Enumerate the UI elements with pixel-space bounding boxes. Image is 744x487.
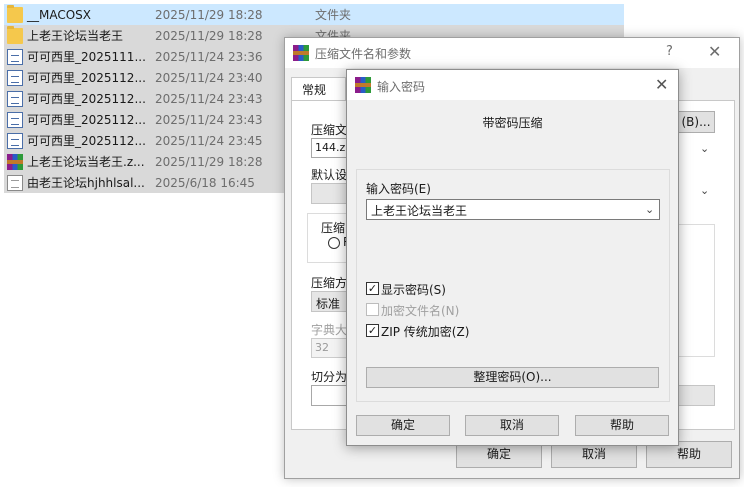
- file-name: 可可西里_2025112...: [27, 92, 146, 106]
- dialog-titlebar: 压缩文件名和参数 ? ✕: [285, 38, 739, 68]
- split-unit-select[interactable]: [677, 385, 715, 406]
- text-file-icon: [7, 174, 23, 191]
- zip-legacy-label: ZIP 传统加密(Z): [381, 325, 470, 339]
- chevron-down-icon[interactable]: ⌄: [700, 142, 709, 155]
- file-date: 2025/11/24 23:36: [155, 49, 263, 64]
- document-icon: [7, 111, 23, 128]
- file-name: 可可西里_2025112...: [27, 71, 146, 85]
- file-name: 上老王论坛当老王.z...: [27, 155, 145, 169]
- dialog-title: 压缩文件名和参数: [315, 47, 412, 61]
- cancel-button[interactable]: 取消: [465, 415, 559, 436]
- winrar-archive-icon: [7, 153, 23, 170]
- document-icon: [7, 69, 23, 86]
- default-profile-label: 默认设: [311, 168, 348, 182]
- chevron-down-icon[interactable]: ⌄: [700, 184, 709, 197]
- show-password-label: 显示密码(S): [381, 283, 446, 297]
- file-name: 可可西里_2025112...: [27, 134, 146, 148]
- file-name: 由老王论坛hjhhlsal...: [27, 176, 145, 190]
- show-password-checkbox[interactable]: ✓: [366, 282, 379, 295]
- chevron-down-icon[interactable]: ⌄: [645, 203, 654, 216]
- dialog-title: 输入密码: [377, 80, 426, 94]
- document-icon: [7, 48, 23, 65]
- tab-general[interactable]: 常规: [291, 77, 346, 101]
- password-input[interactable]: 上老王论坛当老王 ⌄: [366, 199, 660, 220]
- file-date: 2025/11/24 23:43: [155, 112, 263, 127]
- dialog-heading: 带密码压缩: [482, 116, 543, 130]
- file-date: 2025/11/24 23:45: [155, 133, 263, 148]
- password-value: 上老王论坛当老王: [371, 204, 468, 218]
- method-select[interactable]: 标准: [311, 291, 347, 312]
- dictionary-label: 字典大: [311, 323, 348, 337]
- password-label: 输入密码(E): [366, 182, 431, 196]
- format-radio[interactable]: [328, 237, 340, 249]
- organize-passwords-button[interactable]: 整理密码(O)...: [366, 367, 659, 388]
- password-dialog: 输入密码 ✕ 带密码压缩 输入密码(E) 上老王论坛当老王 ⌄ ✓ 显示密码(S…: [346, 69, 679, 446]
- help-icon[interactable]: ?: [666, 44, 673, 59]
- file-name: 可可西里_2025111...: [27, 50, 146, 64]
- method-label: 压缩方: [311, 276, 348, 290]
- file-date: 2025/6/18 16:45: [155, 175, 255, 190]
- winrar-icon: [355, 77, 371, 93]
- encrypt-filenames-checkbox[interactable]: [366, 303, 379, 316]
- archive-name-label: 压缩文: [311, 123, 348, 137]
- file-date: 2025/11/29 18:28: [155, 154, 263, 169]
- profile-select[interactable]: [311, 183, 347, 204]
- ok-button[interactable]: 确定: [356, 415, 450, 436]
- file-date: 2025/11/24 23:43: [155, 91, 263, 106]
- folder-icon: [7, 4, 23, 23]
- file-type: 文件夹: [315, 8, 352, 22]
- file-name: __MACOSX: [27, 7, 92, 22]
- file-name: 可可西里_2025112...: [27, 113, 146, 127]
- encrypt-filenames-label: 加密文件名(N): [381, 304, 460, 318]
- document-icon: [7, 132, 23, 149]
- split-input[interactable]: [311, 385, 347, 406]
- file-date: 2025/11/24 23:40: [155, 70, 263, 85]
- close-icon[interactable]: ✕: [708, 42, 721, 61]
- split-label: 切分为: [311, 370, 348, 384]
- file-row[interactable]: __MACOSX 2025/11/29 18:28 文件夹: [4, 4, 624, 25]
- format-group-label: 压缩: [321, 221, 346, 235]
- close-icon[interactable]: ✕: [655, 75, 668, 94]
- file-name: 上老王论坛当老王: [27, 29, 124, 43]
- dictionary-select[interactable]: 32: [311, 338, 347, 358]
- file-date: 2025/11/29 18:28: [155, 28, 263, 43]
- file-date: 2025/11/29 18:28: [155, 7, 263, 22]
- browse-button[interactable]: (B)...: [677, 111, 715, 133]
- zip-legacy-checkbox[interactable]: ✓: [366, 324, 379, 337]
- winrar-icon: [293, 45, 309, 61]
- help-button[interactable]: 帮助: [575, 415, 669, 436]
- document-icon: [7, 90, 23, 107]
- options-group: [677, 224, 715, 357]
- dialog-titlebar: 输入密码 ✕: [347, 70, 678, 100]
- folder-icon: [7, 25, 23, 44]
